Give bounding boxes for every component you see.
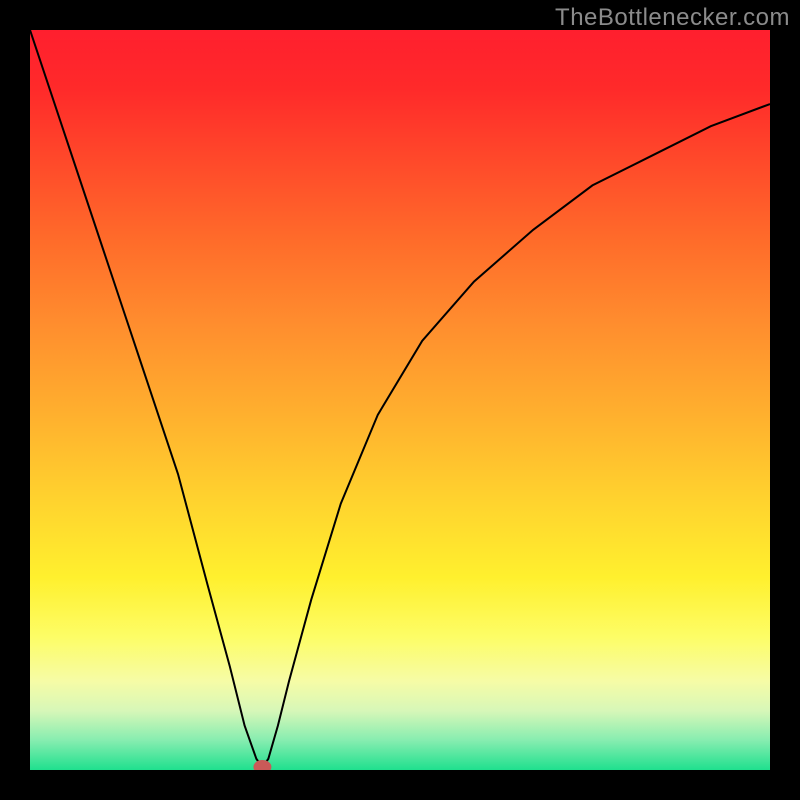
chart-plot-area <box>30 30 770 770</box>
bottleneck-curve <box>30 30 770 767</box>
min-marker <box>253 760 271 770</box>
chart-svg <box>30 30 770 770</box>
watermark-text: TheBottlenecker.com <box>555 4 790 32</box>
chart-stage: TheBottlenecker.com <box>0 0 800 800</box>
